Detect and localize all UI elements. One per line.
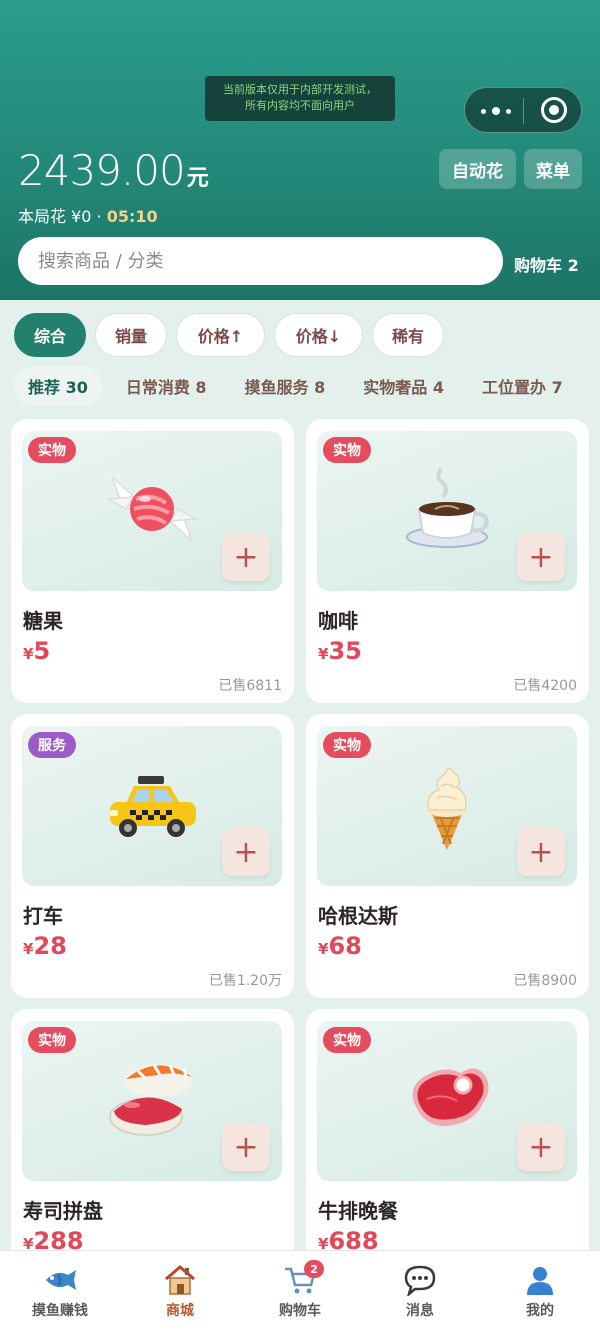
ice-cream-icon — [427, 767, 467, 850]
product-type-badge: 实物 — [323, 437, 371, 463]
more-icon[interactable] — [479, 99, 515, 123]
product-name: 糖果 — [23, 609, 63, 633]
balance-amount: 2439.00 — [18, 146, 186, 195]
steak-icon — [412, 1068, 489, 1127]
spent-label: 本局花 ¥0 · — [18, 207, 107, 226]
tab-luxury[interactable]: 实物奢品 4 — [349, 366, 458, 406]
house-icon — [120, 1263, 240, 1297]
menu-button[interactable]: 菜单 — [524, 149, 582, 189]
tab-desk-setup[interactable]: 工位置办 7 — [468, 366, 577, 406]
nav-label: 消息 — [406, 1303, 434, 1319]
product-image: 服务 + — [22, 726, 282, 886]
product-name: 哈根达斯 — [318, 904, 398, 928]
search-bar[interactable] — [18, 237, 503, 285]
product-name: 牛排晚餐 — [318, 1199, 398, 1223]
product-sold-count: 已售6811 — [218, 678, 282, 694]
round-timer: 05:10 — [106, 207, 158, 226]
sort-price-asc[interactable]: 价格↑ — [176, 313, 265, 357]
product-image: 实物 + — [317, 726, 577, 886]
add-to-cart-button[interactable]: + — [517, 828, 565, 876]
product-sold-count: 已售8900 — [513, 973, 577, 989]
product-price: ¥5 — [23, 637, 51, 665]
close-miniprogram-icon[interactable] — [541, 97, 567, 123]
nav-item-shop[interactable]: 商城 — [120, 1263, 240, 1320]
nav-label: 购物车 — [279, 1303, 321, 1319]
tab-daily[interactable]: 日常消费 8 — [112, 366, 221, 406]
balance-unit: 元 — [186, 166, 209, 191]
product-card[interactable]: 服务 + 打车 ¥28 已售1.20万 — [11, 714, 294, 998]
search-input[interactable] — [38, 250, 503, 272]
product-card[interactable]: 实物 + 咖啡 ¥35 已售4200 — [306, 419, 589, 703]
cart-link[interactable]: 购物车 2 — [514, 252, 579, 276]
product-type-badge: 实物 — [323, 732, 371, 758]
header: 当前版本仅用于内部开发测试， 所有内容均不面向用户 2439.00元 本局花 ¥… — [0, 0, 600, 300]
product-sold-count: 已售4200 — [513, 678, 577, 694]
nav-item-messages[interactable]: 消息 — [360, 1263, 480, 1320]
product-image: 实物 + — [317, 431, 577, 591]
taxi-icon — [110, 776, 196, 837]
nav-label: 我的 — [526, 1303, 554, 1319]
add-to-cart-button[interactable]: + — [517, 533, 565, 581]
capsule-divider — [523, 98, 524, 124]
category-tabs: 推荐 30 日常消费 8 摸鱼服务 8 实物奢品 4 工位置办 7 — [14, 366, 600, 408]
product-name: 打车 — [23, 904, 63, 928]
mini-program-capsule — [464, 87, 582, 133]
product-sold-count: 已售1.20万 — [208, 973, 282, 989]
product-card[interactable]: 实物 + 哈根达斯 ¥68 已售8900 — [306, 714, 589, 998]
product-card[interactable]: 实物 + 糖果 ¥5 已售6811 — [11, 419, 294, 703]
sort-comprehensive[interactable]: 综合 — [14, 313, 86, 357]
tab-recommended[interactable]: 推荐 30 — [14, 366, 102, 406]
add-to-cart-button[interactable]: + — [222, 533, 270, 581]
round-spent: 本局花 ¥0 · 05:10 — [18, 203, 158, 227]
nav-label: 商城 — [166, 1303, 194, 1319]
product-price: ¥68 — [318, 932, 362, 960]
nav-item-cart[interactable]: 2 购物车 — [240, 1260, 360, 1320]
dev-notice: 当前版本仅用于内部开发测试， 所有内容均不面向用户 — [205, 76, 395, 121]
cart-count-badge: 2 — [304, 1260, 324, 1278]
add-to-cart-button[interactable]: + — [222, 828, 270, 876]
nav-item-slack-earn[interactable]: 摸鱼赚钱 — [0, 1263, 120, 1320]
fish-icon — [0, 1263, 120, 1297]
cart-icon: 2 — [240, 1260, 360, 1297]
sort-price-desc[interactable]: 价格↓ — [274, 313, 363, 357]
product-image: 实物 + — [317, 1021, 577, 1181]
sort-options: 综合 销量 价格↑ 价格↓ 稀有 — [14, 313, 453, 357]
dev-notice-line-1: 当前版本仅用于内部开发测试， — [223, 83, 377, 96]
add-to-cart-button[interactable]: + — [517, 1123, 565, 1171]
product-price: ¥35 — [318, 637, 362, 665]
product-type-badge: 实物 — [28, 437, 76, 463]
product-price: ¥28 — [23, 932, 67, 960]
balance-display: 2439.00元 — [18, 146, 209, 195]
nav-item-me[interactable]: 我的 — [480, 1263, 600, 1320]
sort-sales[interactable]: 销量 — [95, 313, 167, 357]
coffee-icon — [406, 467, 489, 548]
add-to-cart-button[interactable]: + — [222, 1123, 270, 1171]
user-icon — [480, 1263, 600, 1297]
product-name: 咖啡 — [318, 609, 358, 633]
product-type-badge: 服务 — [28, 732, 76, 758]
dev-notice-line-2: 所有内容均不面向用户 — [245, 99, 355, 112]
sort-rare[interactable]: 稀有 — [372, 313, 444, 357]
auto-spend-button[interactable]: 自动花 — [439, 149, 516, 189]
nav-label: 摸鱼赚钱 — [32, 1303, 88, 1319]
product-name: 寿司拼盘 — [23, 1199, 103, 1223]
bottom-nav: 摸鱼赚钱 商城 2 购物车 消息 我的 — [0, 1250, 600, 1333]
chat-icon — [360, 1263, 480, 1297]
product-type-badge: 实物 — [28, 1027, 76, 1053]
product-image: 实物 + — [22, 431, 282, 591]
candy-icon — [105, 476, 199, 542]
product-image: 实物 + — [22, 1021, 282, 1181]
product-type-badge: 实物 — [323, 1027, 371, 1053]
sushi-icon — [109, 1064, 192, 1136]
tab-slack-services[interactable]: 摸鱼服务 8 — [231, 366, 340, 406]
